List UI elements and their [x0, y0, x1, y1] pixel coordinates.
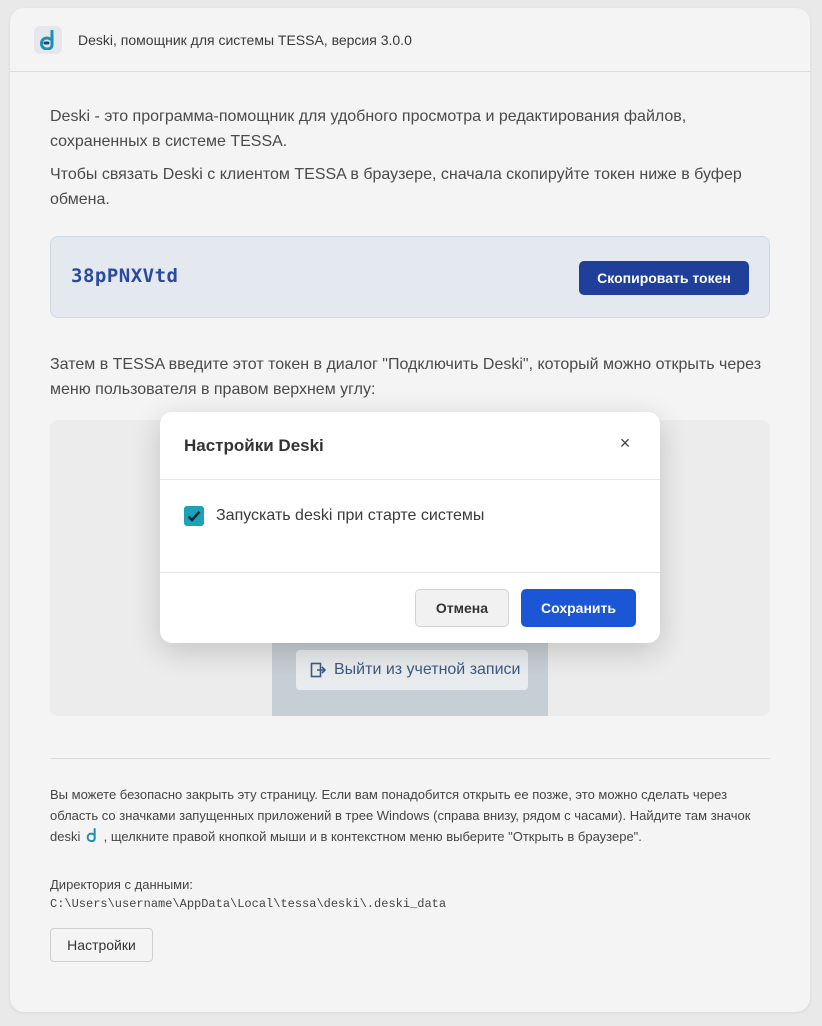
close-icon[interactable]: × — [616, 434, 634, 452]
dialog-body: Запускать deski при старте системы — [160, 480, 660, 573]
dialog-footer: Отмена Сохранить — [160, 573, 660, 644]
autostart-checkbox[interactable] — [184, 506, 204, 526]
autostart-checkbox-label[interactable]: Запускать deski при старте системы — [216, 507, 484, 525]
save-button[interactable]: Сохранить — [521, 589, 636, 627]
settings-dialog: Настройки Deski × Запускать deski при ст… — [160, 412, 660, 643]
cancel-button[interactable]: Отмена — [415, 589, 509, 627]
dialog-title: Настройки Deski — [184, 436, 324, 455]
checkmark-icon — [187, 510, 201, 522]
dialog-header: Настройки Deski × — [160, 412, 660, 480]
